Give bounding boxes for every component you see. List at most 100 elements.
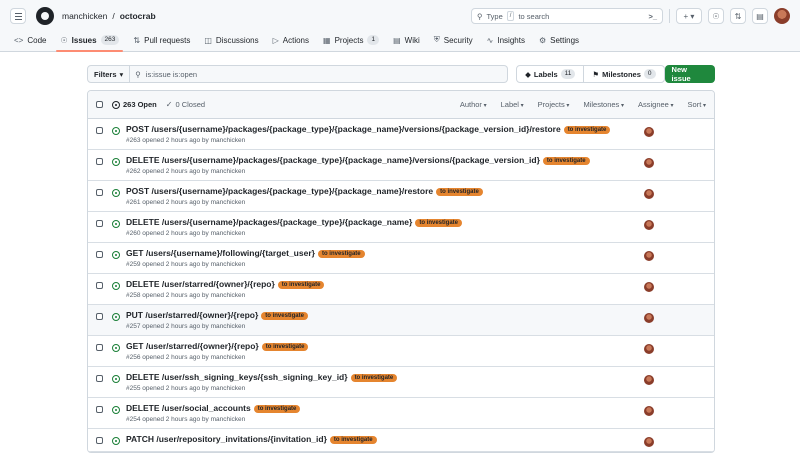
- tab-issues[interactable]: ☉ Issues 263: [56, 35, 124, 52]
- assignee-avatar[interactable]: [644, 251, 654, 261]
- tab-label: Code: [27, 36, 47, 45]
- issue-row[interactable]: DELETE /users/{username}/packages/{packa…: [88, 150, 714, 181]
- issue-checkbox[interactable]: [96, 127, 103, 134]
- issue-row[interactable]: GET /users/{username}/following/{target_…: [88, 243, 714, 274]
- issue-label[interactable]: to investigate: [253, 404, 301, 413]
- terminal-icon[interactable]: >_: [648, 12, 657, 21]
- tab-security[interactable]: ⛨ Security: [430, 35, 477, 51]
- issue-row[interactable]: POST /users/{username}/packages/{package…: [88, 181, 714, 212]
- author-filter[interactable]: Author: [460, 100, 487, 109]
- label-filter[interactable]: Label: [501, 100, 524, 109]
- milestones-button[interactable]: ⚑ Milestones 0: [584, 66, 663, 82]
- header-divider: [669, 9, 670, 23]
- assignee-avatar[interactable]: [644, 375, 654, 385]
- issue-label[interactable]: to investigate: [277, 280, 325, 289]
- issue-label[interactable]: to investigate: [563, 125, 611, 134]
- issue-label[interactable]: to investigate: [542, 156, 590, 165]
- assignee-avatar[interactable]: [644, 406, 654, 416]
- issue-label[interactable]: to investigate: [436, 187, 483, 196]
- tab-settings[interactable]: ⚙ Settings: [535, 36, 583, 51]
- inbox-icon[interactable]: ▤: [752, 8, 768, 24]
- assignee-avatar[interactable]: [644, 282, 654, 292]
- issue-title[interactable]: DELETE /user/starred/{owner}/{repo}: [126, 279, 275, 290]
- sort-dropdown[interactable]: Sort: [688, 100, 706, 109]
- issue-title[interactable]: POST /users/{username}/packages/{package…: [126, 124, 561, 135]
- new-issue-button[interactable]: New issue: [664, 65, 715, 83]
- tab-discussions[interactable]: ◫ Discussions: [200, 36, 262, 51]
- issue-checkbox[interactable]: [96, 158, 103, 165]
- assignee-avatar[interactable]: [644, 158, 654, 168]
- issue-title[interactable]: POST /users/{username}/packages/{package…: [126, 186, 433, 197]
- closed-issues-toggle[interactable]: ✓ 0 Closed: [166, 100, 205, 109]
- issue-label[interactable]: to investigate: [350, 373, 398, 382]
- issues-list-header: 263 Open ✓0 Closed Author Label Projects…: [88, 91, 714, 119]
- tab-label: Projects: [334, 35, 364, 45]
- tab-insights[interactable]: ∿ Insights: [483, 36, 529, 51]
- issue-title[interactable]: DELETE /user/social_accounts: [126, 403, 251, 414]
- labels-button[interactable]: ◆ Labels 11: [517, 66, 585, 82]
- issue-row[interactable]: POST /users/{username}/packages/{package…: [88, 119, 714, 150]
- filters-dropdown[interactable]: Filters ▾: [87, 65, 131, 83]
- issue-checkbox[interactable]: [96, 406, 103, 413]
- issue-checkbox[interactable]: [96, 282, 103, 289]
- issue-label[interactable]: to investigate: [261, 342, 309, 351]
- issue-row[interactable]: DELETE /user/social_accounts to investiga…: [88, 398, 714, 429]
- issue-row[interactable]: DELETE /user/ssh_signing_keys/{ssh_signi…: [88, 367, 714, 398]
- assignee-filter[interactable]: Assignee: [638, 100, 674, 109]
- global-search-input[interactable]: ⚲ Type / to search >_: [471, 8, 663, 24]
- assignee-avatar[interactable]: [644, 437, 654, 447]
- issue-title[interactable]: DELETE /users/{username}/packages/{packa…: [126, 155, 540, 166]
- user-avatar[interactable]: [774, 8, 790, 24]
- issue-title[interactable]: PATCH /user/repository_invitations/{invi…: [126, 434, 327, 445]
- milestones-label: Milestones: [602, 69, 641, 79]
- issue-row[interactable]: DELETE /users/{username}/packages/{packa…: [88, 212, 714, 243]
- assignee-avatar[interactable]: [644, 220, 654, 230]
- issue-title[interactable]: PUT /user/starred/{owner}/{repo}: [126, 310, 258, 321]
- issue-checkbox[interactable]: [96, 313, 103, 320]
- issue-row[interactable]: GET /user/starred/{owner}/{repo} to inves…: [88, 336, 714, 367]
- issue-checkbox[interactable]: [96, 189, 103, 196]
- projects-filter[interactable]: Projects: [538, 100, 570, 109]
- issue-label[interactable]: to investigate: [317, 249, 365, 258]
- tab-actions[interactable]: ▷ Actions: [269, 36, 313, 51]
- create-new-button[interactable]: + ▾: [676, 8, 702, 24]
- search-icon: ⚲: [135, 69, 141, 79]
- issue-search-input[interactable]: ⚲ is:issue is:open: [130, 65, 509, 83]
- issue-title[interactable]: DELETE /users/{username}/packages/{packa…: [126, 217, 412, 228]
- issue-checkbox[interactable]: [96, 437, 103, 444]
- issue-opened-icon: [112, 406, 120, 414]
- issue-opened-icon[interactable]: ☉: [708, 8, 724, 24]
- assignee-avatar[interactable]: [644, 344, 654, 354]
- tab-projects[interactable]: ▦ Projects 1: [319, 35, 383, 51]
- open-issues-toggle[interactable]: 263 Open: [112, 100, 157, 109]
- search-hint-suffix: to search: [518, 11, 550, 21]
- github-logo-icon[interactable]: [36, 7, 54, 25]
- assignee-avatar[interactable]: [644, 127, 654, 137]
- issue-label[interactable]: to investigate: [415, 218, 463, 227]
- tab-code[interactable]: <> Code: [10, 36, 50, 51]
- issue-label[interactable]: to investigate: [261, 311, 308, 320]
- repo-link[interactable]: octocrab: [120, 11, 156, 21]
- issue-title[interactable]: GET /users/{username}/following/{target_…: [126, 248, 315, 259]
- issue-row[interactable]: PUT /user/starred/{owner}/{repo} to inves…: [88, 305, 714, 336]
- issue-title[interactable]: GET /user/starred/{owner}/{repo}: [126, 341, 259, 352]
- issue-row[interactable]: DELETE /user/starred/{owner}/{repo} to in…: [88, 274, 714, 305]
- pull-request-icon[interactable]: ⇅: [730, 8, 746, 24]
- issue-opened-icon: [112, 375, 120, 383]
- issue-meta: #257 opened 2 hours ago by manchicken: [126, 323, 246, 330]
- tab-wiki[interactable]: ▤ Wiki: [389, 36, 424, 51]
- issue-checkbox[interactable]: [96, 375, 103, 382]
- owner-link[interactable]: manchicken: [62, 11, 107, 21]
- assignee-avatar[interactable]: [644, 313, 654, 323]
- issue-checkbox[interactable]: [96, 251, 103, 258]
- tab-pull-requests[interactable]: ⇅ Pull requests: [129, 36, 194, 51]
- issue-checkbox[interactable]: [96, 220, 103, 227]
- issue-row[interactable]: PATCH /user/repository_invitations/{invi…: [88, 429, 714, 452]
- issue-label[interactable]: to investigate: [329, 435, 377, 444]
- issue-title[interactable]: DELETE /user/ssh_signing_keys/{ssh_signi…: [126, 372, 348, 383]
- menu-icon[interactable]: [10, 8, 26, 24]
- issue-checkbox[interactable]: [96, 344, 103, 351]
- milestones-filter[interactable]: Milestones: [583, 100, 624, 109]
- assignee-avatar[interactable]: [644, 189, 654, 199]
- select-all-checkbox[interactable]: [96, 101, 103, 108]
